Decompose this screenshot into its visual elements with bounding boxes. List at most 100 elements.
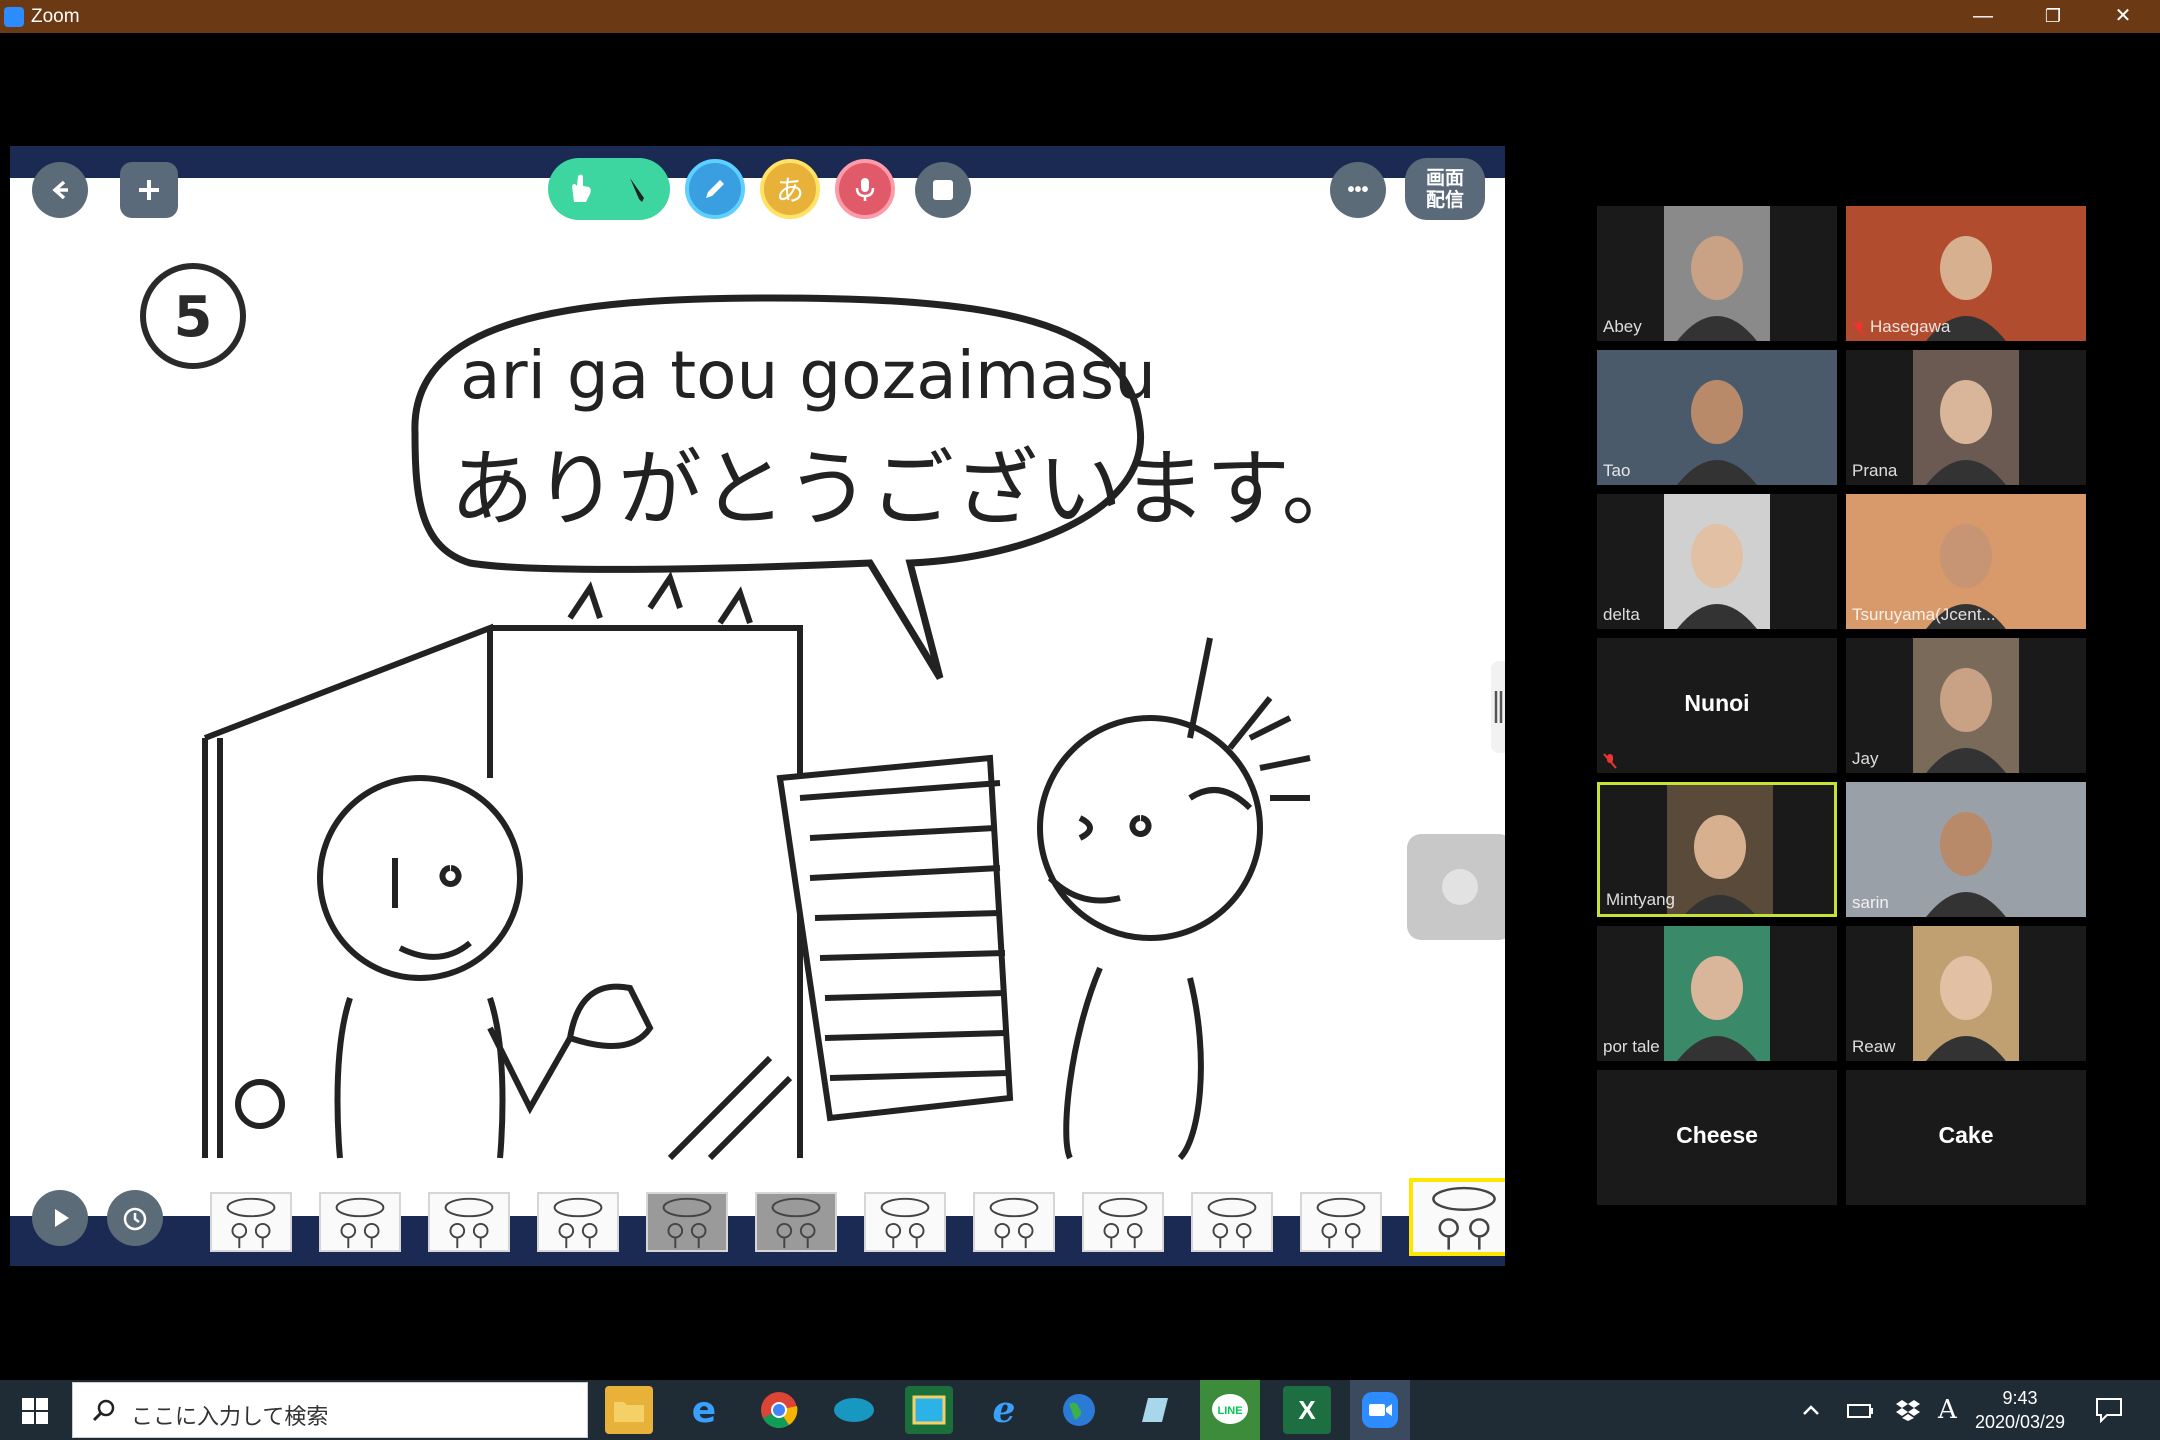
notification-icon [2096, 1398, 2122, 1423]
pencil-icon [706, 180, 724, 198]
participant-name: sarin [1852, 893, 1889, 912]
screen-share-button[interactable]: 画面 配信 [1405, 158, 1485, 220]
participant-tile[interactable]: Prana [1846, 350, 2086, 485]
clock-date: 2020/03/29 [1974, 1412, 2066, 1432]
windows-logo-icon [22, 1398, 48, 1424]
slide-thumbnail[interactable] [1191, 1192, 1273, 1252]
muted-mic-icon [1603, 753, 1617, 769]
window-title: Zoom [31, 6, 80, 27]
participant-video [1664, 926, 1770, 1061]
square-icon [933, 180, 953, 200]
globe-app-icon[interactable] [1055, 1386, 1103, 1434]
participant-name: Nunoi [1684, 690, 1750, 716]
participant-video [1597, 350, 1837, 485]
svg-text:LINE: LINE [1217, 1405, 1242, 1417]
search-icon [92, 1399, 115, 1422]
start-button[interactable] [0, 1380, 70, 1440]
participant-video [1667, 785, 1773, 914]
svg-text:5: 5 [174, 285, 213, 350]
internet-explorer-icon[interactable]: e [980, 1386, 1028, 1434]
participant-tile[interactable]: Tsuruyama(Jcent... [1846, 494, 2086, 629]
participant-tile[interactable]: Abey [1597, 206, 1837, 341]
dropbox-icon[interactable] [1895, 1380, 1921, 1440]
salesforce-icon[interactable] [830, 1386, 878, 1434]
show-hidden-icons[interactable] [1800, 1380, 1822, 1440]
participant-tile[interactable]: Reaw [1846, 926, 2086, 1061]
timer-icon [123, 1207, 147, 1231]
side-panel-handle[interactable] [1491, 661, 1505, 753]
floating-assistive-button[interactable] [1407, 834, 1505, 940]
slide-thumbnail[interactable] [864, 1192, 946, 1252]
participant-video [1913, 638, 2019, 773]
drawing-canvas[interactable]: 5 ari ga tou gozaimasu ありがとうございます。 [10, 178, 1505, 1216]
play-icon [55, 1209, 69, 1227]
participant-name: Tao [1603, 461, 1631, 480]
muted-mic-icon [1852, 321, 1866, 337]
participant-video [1913, 926, 2019, 1061]
pen-tool-button[interactable] [685, 159, 745, 219]
participant-tile[interactable]: Nunoi [1597, 638, 1837, 773]
participant-tile[interactable]: Hasegawa [1846, 206, 2086, 341]
participant-tile[interactable]: Tao [1597, 350, 1837, 485]
ime-indicator[interactable]: A [1938, 1380, 1957, 1440]
slide-thumbnail[interactable] [646, 1192, 728, 1252]
record-audio-button[interactable] [835, 159, 895, 219]
participant-video [1664, 494, 1770, 629]
notifications-button[interactable] [2095, 1380, 2123, 1440]
participant-name: por tale [1603, 1037, 1660, 1056]
excel-app-icon[interactable]: X [1283, 1386, 1331, 1434]
participant-name: Abey [1603, 317, 1642, 336]
timer-button[interactable] [107, 1190, 163, 1246]
slide-thumbnail[interactable] [1409, 1178, 1505, 1256]
search-placeholder: ここに入力して検索 [131, 1404, 329, 1429]
clock-time: 9:43 [2002, 1388, 2038, 1408]
notepad-app-icon[interactable] [1130, 1386, 1178, 1434]
slide-thumbnail[interactable] [973, 1192, 1055, 1252]
participant-tile[interactable]: Mintyang [1597, 782, 1837, 917]
participant-tile[interactable]: Cake [1846, 1070, 2086, 1205]
participant-name: Mintyang [1606, 890, 1675, 909]
add-slide-button[interactable] [120, 162, 178, 218]
play-button[interactable] [32, 1190, 88, 1246]
minimize-button[interactable]: — [1948, 0, 2018, 33]
participant-tile[interactable]: por tale [1597, 926, 1837, 1061]
shared-screen: 5 ari ga tou gozaimasu ありがとうございます。 あ •••… [10, 146, 1505, 1266]
zoom-taskbar-icon[interactable] [1350, 1380, 1410, 1440]
title-bar: Zoom — ❐ ✕ [0, 0, 2160, 33]
shape-tool-button[interactable] [915, 162, 971, 218]
restore-button[interactable]: ❐ [2018, 0, 2088, 33]
back-button[interactable] [32, 162, 88, 218]
slide-thumbnail[interactable] [1300, 1192, 1382, 1252]
line-app-icon[interactable]: LINE [1200, 1380, 1260, 1440]
drag-handle-icon [1494, 691, 1503, 723]
battery-icon[interactable] [1846, 1380, 1874, 1440]
slide-thumbnail[interactable] [428, 1192, 510, 1252]
edge-browser-icon[interactable]: e [680, 1386, 728, 1434]
slide-thumbnail[interactable] [537, 1192, 619, 1252]
windows-taskbar: ここに入力して検索 e e LINE X A 9:43 2020/03/29 [0, 1380, 2160, 1440]
participant-tile[interactable]: sarin [1846, 782, 2086, 917]
slide-thumbnail[interactable] [755, 1192, 837, 1252]
chrome-browser-icon[interactable] [755, 1386, 803, 1434]
touch-pen-toggle[interactable] [548, 158, 670, 220]
slide-thumbnail[interactable] [1082, 1192, 1164, 1252]
more-options-button[interactable]: ••• [1330, 162, 1386, 218]
slide-thumbnail[interactable] [319, 1192, 401, 1252]
close-button[interactable]: ✕ [2088, 0, 2158, 33]
participant-tile[interactable]: delta [1597, 494, 1837, 629]
participant-tile[interactable]: Jay [1846, 638, 2086, 773]
participant-name: Hasegawa [1870, 317, 1951, 336]
participant-name: Cake [1938, 1122, 1994, 1148]
taskbar-search-box[interactable]: ここに入力して検索 [72, 1382, 588, 1438]
photo-app-icon[interactable] [905, 1386, 953, 1434]
participant-name: Cheese [1676, 1122, 1758, 1148]
participant-name: Jay [1852, 749, 1879, 768]
text-tool-button[interactable]: あ [760, 159, 820, 219]
file-explorer-icon[interactable] [605, 1386, 653, 1434]
slide-thumbnail[interactable] [210, 1192, 292, 1252]
taskbar-clock[interactable]: 9:43 2020/03/29 [1960, 1386, 2080, 1434]
svg-text:ありがとうございます。: ありがとうございます。 [450, 440, 1366, 538]
participant-name: Tsuruyama(Jcent... [1852, 605, 1996, 624]
participant-tile[interactable]: Cheese [1597, 1070, 1837, 1205]
participant-name: Reaw [1852, 1037, 1896, 1056]
